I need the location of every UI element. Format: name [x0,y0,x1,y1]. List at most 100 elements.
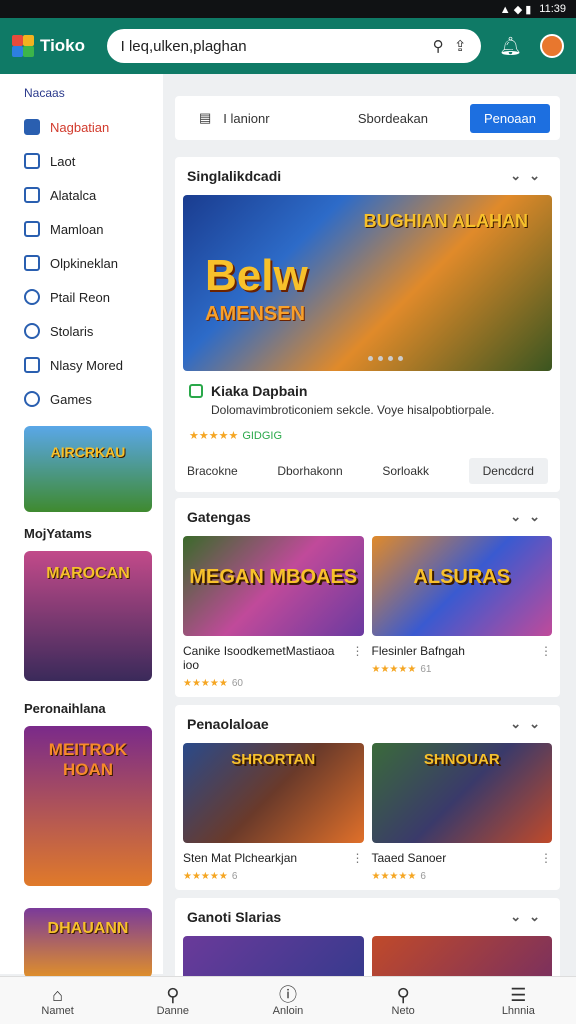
section-title: Singlalikdcadi [187,168,282,184]
rating-count: 61 [420,664,432,675]
status-bar: ▲ ◆ ▮ 11:39 [0,0,576,18]
info-icon [24,289,40,305]
rating-count: 6 [420,871,426,882]
bell-icon[interactable]: 🔔︎ [499,36,522,57]
sidebar-item-label: Nlasy Mored [50,357,123,373]
app-name: Tioko [40,36,86,55]
sidebar-thumb-4[interactable]: DHAUANN [24,908,152,978]
library-icon: ☰ [510,984,527,1005]
rating-count: 60 [231,678,243,689]
game-image-title: SHRORTAN [231,751,316,768]
rating: ★★★★★ 6 [371,871,426,882]
rating: ★★★★★ 61 [371,664,432,675]
sidebar-item-5[interactable]: Ptail Reon [24,280,163,314]
sidebar-title: Nacaas [24,86,65,100]
sidebar-item-label: Laot [50,153,76,169]
categories-card: Gatengas ⌄⌄ MEGAN MBOAES Canike Isoodkeme… [175,498,560,697]
game-card[interactable]: ALSURAS Flesinler Bafngah ⋮ ★★★★★ 61 [371,536,552,689]
sidebar-item-0[interactable]: Nagbatian [24,110,163,144]
sidebar-item-label: Games [50,391,92,407]
app-title: Kiaka Dapbain [211,383,308,399]
chevron-down-icon[interactable]: ⌄⌄ [510,909,548,925]
tab-3-button[interactable]: Penoaan [469,103,550,133]
tab-2[interactable]: Sbordeakan [358,111,470,126]
sidebar-item-6[interactable]: Stolaris [24,314,163,348]
thumb-title: DHAUANN [47,920,129,937]
action-button-1[interactable]: Bracokne [187,464,238,478]
main-content: ▤ I lanionr Sbordeakan Penoaan Singlalikd… [175,96,560,988]
game-card[interactable]: SHRORTAN Sten Mat Plchearkjan ⋮ ★★★★★ 6 [183,743,364,882]
sidebar-item-1[interactable]: Laot [24,144,163,178]
sidebar-item-4[interactable]: Olpkineklan [24,246,163,280]
sidebar-item-label: Nagbatian [50,119,110,135]
thumb-title: MAROCAN [46,565,130,582]
avatar[interactable] [540,34,564,58]
nav-label: Danne [156,1004,189,1017]
nav-search[interactable]: ⚲ Danne [133,985,213,1017]
featured-card: Singlalikdcadi ⌄⌄ Belw AMENSEN BUGHIAN AL… [175,157,560,492]
sidebar-item-label: Olpkineklan [50,255,118,271]
sidebar-item-label: Mamloan [50,221,104,237]
app-icon [189,384,203,398]
share-icon[interactable]: ⇪ [449,35,471,57]
sidebar-thumb-2[interactable]: MAROCAN [24,551,152,681]
hero-title: Belw [205,251,308,300]
discover-icon: ⚲ [396,984,410,1005]
logo-icon [12,35,34,57]
sidebar-item-3[interactable]: Mamloan [24,212,163,246]
search-icon: ⚲ [166,984,180,1005]
nav-home[interactable]: ⌂ Namet [18,985,98,1017]
nav-label: Namet [41,1004,74,1017]
sidebar-thumb-1[interactable]: AIRCRKAU [24,426,152,512]
sidebar-item-label: Stolaris [50,323,94,339]
rating: ★★★★★ 60 [183,678,243,689]
action-button-3[interactable]: Sorloakk [382,464,429,478]
game-name: Taaed Sanoer [371,851,447,865]
rating-text: GIDGIG [242,430,283,442]
sidebar-item-7[interactable]: Nlasy Mored [24,348,163,382]
sidebar-item-2[interactable]: Alatalca [24,178,163,212]
more-icon[interactable]: ⋮ [540,644,552,658]
game-card[interactable]: SHNOUAR Taaed Sanoer ⋮ ★★★★★ 6 [371,743,552,882]
nav-library[interactable]: ☰ Lhnnia [478,985,558,1017]
game-card[interactable]: MEGAN MBOAES Canike IsoodkemetMastiaoa i… [183,536,364,689]
nav-apps[interactable]: ⓘ Anloin [248,985,328,1017]
sidebar-thumb-3[interactable]: MEITROK HOAN [24,726,152,886]
sidebar: Nacaas Nagbatian Laot Alatalca Mamloan O… [0,74,163,978]
game-name: Flesinler Bafngah [371,644,465,658]
sidebar-item-8[interactable]: Games [24,382,163,416]
info-icon: ⓘ [278,984,297,1005]
chevron-down-icon[interactable]: ⌄⌄ [510,509,548,525]
section-4-card: Ganoti Slarias ⌄⌄ [175,898,560,988]
search-icon[interactable]: ⚲ [427,35,449,57]
game-image-title: MEGAN MBOAES [189,566,358,588]
action-button-2[interactable]: Dborhakonn [277,464,342,478]
sidebar-item-label: Alatalca [50,187,97,203]
action-button-4[interactable]: Dencdcrd [468,458,548,484]
nav-discover[interactable]: ⚲ Neto [363,985,443,1017]
more-icon[interactable]: ⋮ [352,851,364,865]
app-logo[interactable]: Tioko [12,35,101,57]
tab-1[interactable]: ▤ I lanionr [199,110,358,126]
chevron-down-icon[interactable]: ⌄⌄ [510,168,548,184]
thumb-title: AIRCRKAU [50,444,126,460]
section-title: Gatengas [187,509,251,525]
hero-badge: BUGHIAN ALAHAN [363,211,528,231]
hero-banner[interactable]: Belw AMENSEN BUGHIAN ALAHAN [183,195,552,371]
nav-label: Neto [391,1004,415,1017]
nav-label: Lhnnia [501,1004,535,1017]
games-icon [24,391,40,407]
nav-label: Anloin [272,1004,304,1017]
search-input[interactable]: I leq,ulken,plaghan [121,38,428,55]
signal-icon: ▲ ◆ ▮ [499,3,532,16]
more-icon[interactable]: ⋮ [540,851,552,865]
more-icon[interactable]: ⋮ [352,644,364,672]
carousel-dots[interactable] [367,356,403,361]
clock: 11:39 [539,3,566,15]
app-description: Dolomavimbroticoniem sekcle. Voye hisalp… [211,403,495,417]
search-bar[interactable]: I leq,ulken,plaghan ⚲ ⇪ [106,29,482,63]
game-name: Sten Mat Plchearkjan [183,851,298,865]
chevron-down-icon[interactable]: ⌄⌄ [510,716,548,732]
app-bar: Tioko I leq,ulken,plaghan ⚲ ⇪ 🔔︎ [0,18,576,74]
personal-card: Penaolaloae ⌄⌄ SHRORTAN Sten Mat Plcheark… [175,705,560,890]
